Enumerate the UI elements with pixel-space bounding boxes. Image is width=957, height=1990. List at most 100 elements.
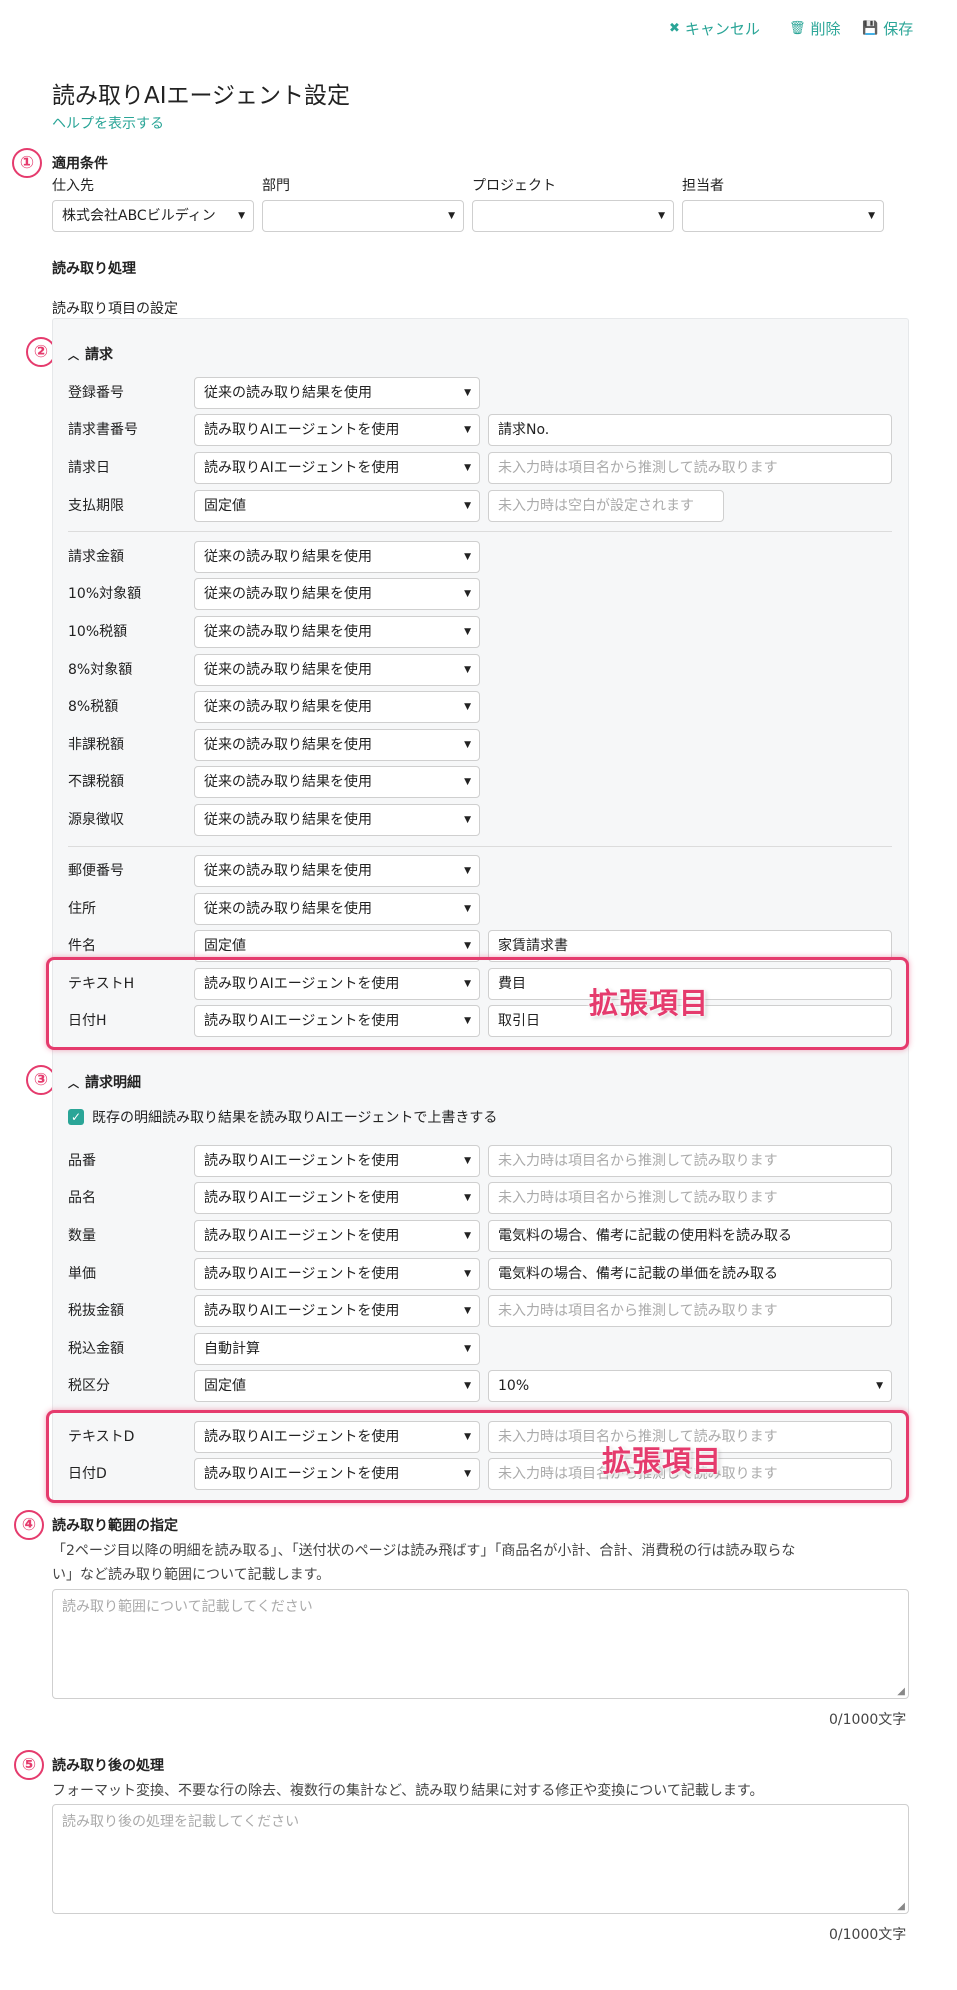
mode-select[interactable]: 読み取りAIエージェントを使用 ▼: [194, 452, 480, 484]
field-label: 請求金額: [68, 549, 124, 565]
field-hint-input[interactable]: 請求No.: [488, 414, 892, 446]
divider: [68, 846, 892, 847]
range-char-counter: 0/1000文字: [829, 1712, 907, 1728]
resize-grip-icon[interactable]: ◢: [897, 1901, 905, 1912]
caret-down-icon: ▼: [464, 589, 471, 599]
mode-select[interactable]: 固定値 ▼: [194, 490, 480, 522]
delete-button[interactable]: 🗑 削除: [789, 18, 841, 39]
post-char-counter: 0/1000文字: [829, 1927, 907, 1943]
caret-down-icon: ▼: [464, 665, 471, 675]
range-textarea[interactable]: 読み取り範囲について記載してください ◢: [52, 1589, 909, 1699]
field-label: 登録番号: [68, 385, 124, 401]
field-label: 件名: [68, 938, 96, 954]
caret-down-icon: ▼: [464, 777, 471, 787]
caret-down-icon: ▼: [238, 211, 245, 221]
mode-select[interactable]: 従来の読み取り結果を使用 ▼: [194, 377, 480, 409]
invoice-section-toggle[interactable]: ︿ 請求: [68, 344, 113, 364]
conditions-heading: 適用条件: [52, 156, 108, 172]
mode-select[interactable]: 固定値 ▼: [194, 1370, 480, 1402]
project-select[interactable]: ▼: [472, 200, 674, 232]
cancel-button[interactable]: ✖ キャンセル: [669, 18, 760, 39]
caret-down-icon: ▼: [464, 1156, 471, 1166]
caret-down-icon: ▼: [464, 1381, 471, 1391]
caret-down-icon: ▼: [448, 211, 455, 221]
mode-select[interactable]: 従来の読み取り結果を使用 ▼: [194, 766, 480, 798]
caret-down-icon: ▼: [464, 866, 471, 876]
field-hint-input[interactable]: 未入力時は項目名から推測して読み取ります: [488, 452, 892, 484]
mode-select[interactable]: 読み取りAIエージェントを使用 ▼: [194, 1182, 480, 1214]
caret-down-icon: ▼: [464, 740, 471, 750]
details-section-toggle[interactable]: ︿ 請求明細: [68, 1072, 141, 1092]
processing-heading: 読み取り処理: [52, 261, 136, 277]
field-hint-input[interactable]: 未入力時は項目名から推測して読み取ります: [488, 1295, 892, 1327]
field-hint-input[interactable]: 未入力時は項目名から推測して読み取ります: [488, 1145, 892, 1177]
caret-down-icon: ▼: [464, 1231, 471, 1241]
field-label: 単価: [68, 1266, 96, 1282]
field-label: 10%税額: [68, 624, 128, 640]
mode-select[interactable]: 自動計算 ▼: [194, 1333, 480, 1365]
caret-down-icon: ▼: [464, 1269, 471, 1279]
caret-down-icon: ▼: [464, 463, 471, 473]
floppy-icon: 💾: [862, 21, 879, 36]
field-label: 8%税額: [68, 699, 119, 715]
marker-1: ①: [12, 148, 42, 178]
field-label: 数量: [68, 1228, 96, 1244]
help-link[interactable]: ヘルプを表示する: [52, 113, 164, 133]
field-label: 税抜金額: [68, 1303, 124, 1319]
field-label: 郵便番号: [68, 863, 124, 879]
supplier-select[interactable]: 株式会社ABCビルディン ▼: [52, 200, 254, 232]
mode-select[interactable]: 従来の読み取り結果を使用 ▼: [194, 654, 480, 686]
check-icon: ✓: [70, 1110, 82, 1124]
mode-select[interactable]: 従来の読み取り結果を使用 ▼: [194, 729, 480, 761]
mode-select[interactable]: 従来の読み取り結果を使用 ▼: [194, 616, 480, 648]
mode-select[interactable]: 従来の読み取り結果を使用 ▼: [194, 804, 480, 836]
department-label: 部門: [262, 178, 290, 194]
mode-select[interactable]: 従来の読み取り結果を使用 ▼: [194, 893, 480, 925]
fixed-value-select[interactable]: 10% ▼: [488, 1370, 892, 1402]
field-hint-input[interactable]: 電気料の場合、備考に記載の単価を読み取る: [488, 1258, 892, 1290]
caret-down-icon: ▼: [464, 815, 471, 825]
field-label: 不課税額: [68, 774, 124, 790]
mode-select[interactable]: 従来の読み取り結果を使用 ▼: [194, 578, 480, 610]
field-label: 請求書番号: [68, 422, 138, 438]
overwrite-label: 既存の明細読み取り結果を読み取りAIエージェントで上書きする: [92, 1110, 498, 1126]
project-label: プロジェクト: [472, 178, 556, 194]
field-label: 支払期限: [68, 498, 124, 514]
mode-select[interactable]: 従来の読み取り結果を使用 ▼: [194, 541, 480, 573]
mode-select[interactable]: 読み取りAIエージェントを使用 ▼: [194, 414, 480, 446]
post-textarea[interactable]: 読み取り後の処理を記載してください ◢: [52, 1804, 909, 1914]
caret-down-icon: ▼: [464, 1306, 471, 1316]
caret-down-icon: ▼: [868, 211, 875, 221]
extension-label: 拡張項目: [602, 1444, 723, 1478]
field-hint-input[interactable]: 未入力時は空白が設定されます: [488, 490, 724, 522]
processing-subheading: 読み取り項目の設定: [52, 301, 178, 317]
field-hint-input[interactable]: 電気料の場合、備考に記載の使用料を読み取る: [488, 1220, 892, 1252]
mode-select[interactable]: 読み取りAIエージェントを使用 ▼: [194, 1258, 480, 1290]
resize-grip-icon[interactable]: ◢: [897, 1686, 905, 1697]
field-label: 品番: [68, 1153, 96, 1169]
caret-down-icon: ▼: [464, 1193, 471, 1203]
post-heading: 読み取り後の処理: [52, 1758, 164, 1774]
department-select[interactable]: ▼: [262, 200, 464, 232]
overwrite-checkbox[interactable]: ✓: [68, 1109, 84, 1125]
mode-select[interactable]: 読み取りAIエージェントを使用 ▼: [194, 1145, 480, 1177]
divider: [68, 531, 892, 532]
extension-highlight-box: [46, 1410, 909, 1503]
person-select[interactable]: ▼: [682, 200, 884, 232]
mode-select[interactable]: 従来の読み取り結果を使用 ▼: [194, 855, 480, 887]
extension-highlight-box: [46, 957, 909, 1050]
supplier-label: 仕入先: [52, 178, 94, 194]
person-label: 担当者: [682, 178, 724, 194]
save-button[interactable]: 💾 保存: [862, 18, 913, 39]
close-icon: ✖: [669, 21, 680, 36]
caret-down-icon: ▼: [464, 702, 471, 712]
field-label: 請求日: [68, 460, 110, 476]
mode-select[interactable]: 従来の読み取り結果を使用 ▼: [194, 691, 480, 723]
mode-select[interactable]: 読み取りAIエージェントを使用 ▼: [194, 1295, 480, 1327]
marker-4: ④: [14, 1510, 44, 1540]
field-hint-input[interactable]: 未入力時は項目名から推測して読み取ります: [488, 1182, 892, 1214]
field-label: 8%対象額: [68, 662, 133, 678]
field-label: 品名: [68, 1190, 96, 1206]
field-label: 税込金額: [68, 1341, 124, 1357]
mode-select[interactable]: 読み取りAIエージェントを使用 ▼: [194, 1220, 480, 1252]
